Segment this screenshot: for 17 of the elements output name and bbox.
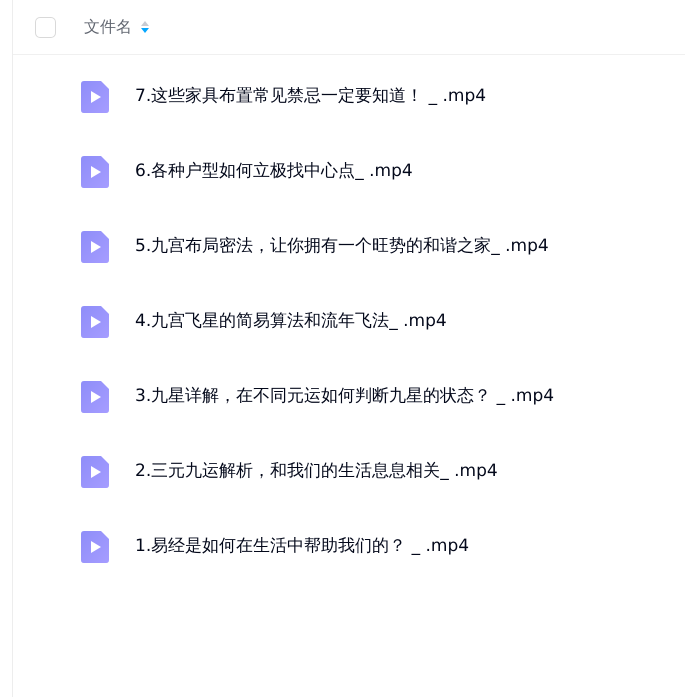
column-header[interactable]: 文件名 [84,15,132,39]
sort-icon[interactable] [140,19,150,35]
file-name[interactable]: 6.各种户型如何立极找中心点_ .mp4 [135,158,413,184]
select-all-checkbox[interactable] [35,16,56,38]
file-name[interactable]: 2.三元九运解析，和我们的生活息息相关_ .mp4 [135,458,498,484]
file-name[interactable]: 5.九宫布局密法，让你拥有一个旺势的和谐之家_ .mp4 [135,234,549,260]
video-file-icon [81,156,109,188]
video-file-icon [81,456,109,488]
video-file-icon [81,230,109,262]
video-file-icon [81,530,109,562]
file-name[interactable]: 1.易经是如何在生活中帮助我们的？ _ .mp4 [135,534,470,560]
file-name[interactable]: 3.九星详解，在不同元运如何判断九星的状态？ _ .mp4 [135,384,554,410]
file-name[interactable]: 4.九宫飞星的简易算法和流年飞法_ .mp4 [135,308,447,334]
file-name[interactable]: 7.这些家具布置常见禁忌一定要知道！ _ .mp4 [135,84,486,110]
video-file-icon [81,306,109,338]
video-file-icon [81,380,109,412]
video-file-icon [81,80,109,112]
